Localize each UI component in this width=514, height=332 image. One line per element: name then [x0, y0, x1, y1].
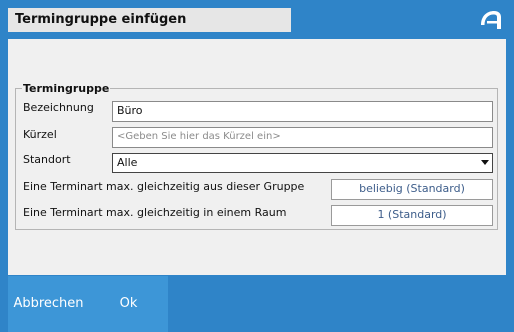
dialog-body: Termingruppe Bezeichnung Büro Kürzel <Ge… [8, 39, 506, 275]
bezeichnung-label: Bezeichnung [23, 101, 94, 114]
dialog-title: Termingruppe einfügen [8, 8, 291, 32]
kuerzel-input[interactable]: <Geben Sie hier das Kürzel ein> [112, 127, 493, 148]
standort-select[interactable]: Alle [112, 153, 493, 173]
max-gruppe-field[interactable]: beliebig (Standard) [331, 179, 493, 200]
max-gruppe-label: Eine Terminart max. gleichzeitig aus die… [23, 180, 305, 193]
dropdown-arrow-icon[interactable] [481, 160, 489, 165]
cancel-button[interactable]: Abbrechen [8, 276, 89, 332]
bezeichnung-input[interactable]: Büro [112, 101, 493, 122]
max-raum-field[interactable]: 1 (Standard) [331, 205, 493, 226]
group-legend: Termingruppe [23, 82, 110, 95]
app-logo-icon [481, 11, 501, 29]
standort-value: Alle [117, 156, 138, 169]
standort-label: Standort [23, 153, 71, 166]
max-raum-label: Eine Terminart max. gleichzeitig in eine… [23, 206, 287, 219]
kuerzel-label: Kürzel [23, 128, 57, 141]
ok-button[interactable]: Ok [89, 276, 168, 332]
